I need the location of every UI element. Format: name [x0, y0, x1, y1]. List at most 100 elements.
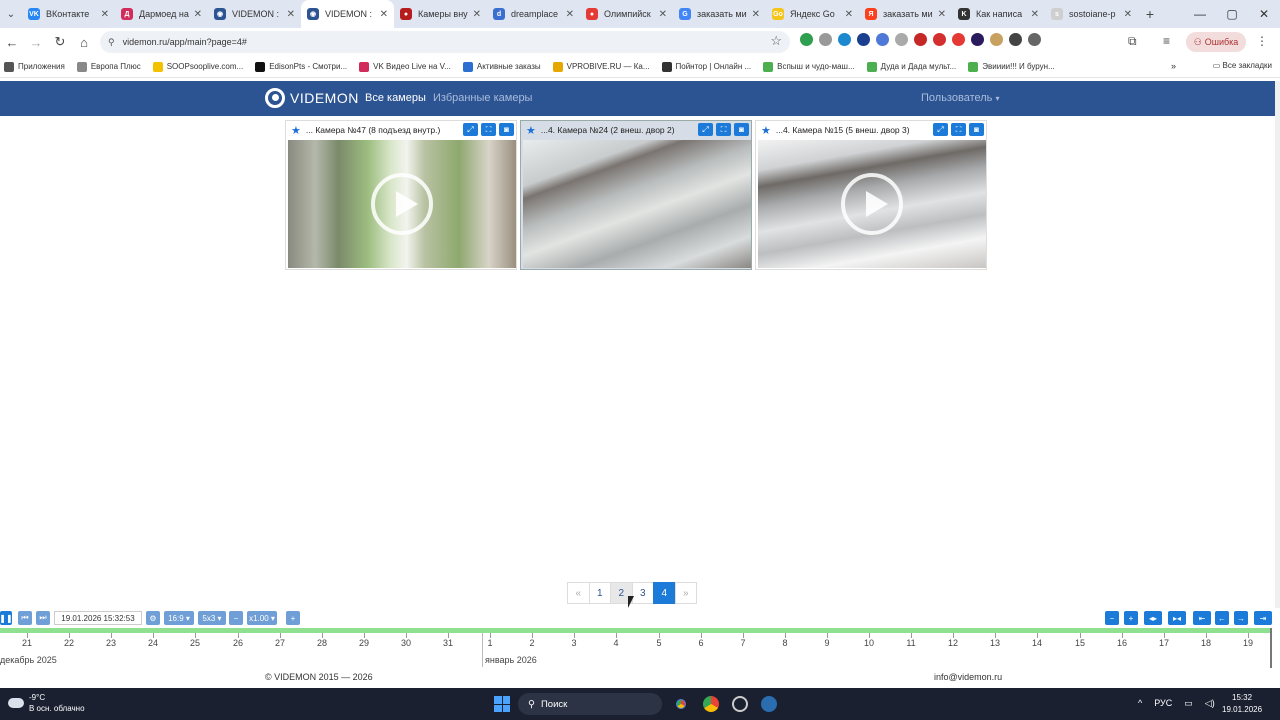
close-tab-icon[interactable]: ✕	[194, 9, 202, 20]
fullscreen-icon[interactable]: ⛶	[481, 123, 496, 136]
timeline[interactable]: декабрь 2025 январь 2026 21 22 23 24 25 26 27 2…	[0, 628, 1270, 670]
expand-range-button[interactable]: ◂▸	[1144, 611, 1162, 625]
close-tab-icon[interactable]: ✕	[473, 9, 481, 20]
weather-widget[interactable]: -9°C В осн. облачно	[8, 692, 85, 714]
page-scrollbar[interactable]	[1275, 81, 1280, 608]
extensions-puzzle-icon[interactable]	[1028, 33, 1041, 46]
bookmark-item[interactable]: Эвииии!!! И бурун...	[968, 61, 1055, 72]
snapshot-camera-icon[interactable]: ◙	[969, 123, 984, 136]
pagination-page[interactable]: 4	[653, 582, 676, 604]
obs-icon[interactable]	[732, 696, 748, 712]
speed-dropdown[interactable]: x1.00 ▾	[247, 611, 277, 625]
extension-icon[interactable]	[971, 33, 984, 46]
play-icon[interactable]	[371, 173, 433, 235]
pagination-page[interactable]: 1	[588, 582, 611, 604]
open-camera-icon[interactable]: ⤢	[933, 123, 948, 136]
extension-icon[interactable]	[952, 33, 965, 46]
bookmark-star-icon[interactable]: ☆	[770, 33, 782, 49]
bookmark-item[interactable]: Европа Плюс	[76, 61, 141, 72]
tab-groups-icon[interactable]: ≡	[1163, 34, 1170, 48]
network-icon[interactable]: ▭	[1184, 698, 1193, 709]
fullscreen-icon[interactable]: ⛶	[951, 123, 966, 136]
bookmark-item[interactable]: VK Видео Live на V...	[359, 61, 451, 72]
nav-favorite-cameras[interactable]: Избранные камеры	[433, 92, 532, 104]
maximize-icon[interactable]: ▢	[1216, 0, 1248, 28]
extension-icon[interactable]	[990, 33, 1003, 46]
bookmark-item[interactable]: Активные заказы	[462, 61, 541, 72]
reading-list-icon[interactable]: ⧉	[1128, 34, 1137, 49]
forward-icon[interactable]: →	[24, 35, 48, 50]
new-tab-button[interactable]: +	[1138, 6, 1162, 22]
browser-tab[interactable]: ◉ VIDEMON : ✕	[301, 0, 394, 28]
speed-decrease-button[interactable]: −	[229, 611, 243, 625]
extension-icon[interactable]	[1009, 33, 1022, 46]
bookmark-item[interactable]: VPROBIVE.RU — Ка...	[552, 61, 650, 72]
grid-dropdown[interactable]: 5x3 ▾	[198, 611, 226, 625]
close-tab-icon[interactable]: ✕	[380, 9, 388, 20]
close-tab-icon[interactable]: ✕	[938, 9, 946, 20]
bookmark-item[interactable]: Дуда и Дада мульт...	[866, 61, 956, 72]
close-tab-icon[interactable]: ✕	[659, 9, 667, 20]
profile-error-button[interactable]: ⚇ Ошибка	[1186, 32, 1246, 52]
zoom-out-button[interactable]: −	[1105, 611, 1119, 625]
close-tab-icon[interactable]: ✕	[752, 9, 760, 20]
go-start-button[interactable]: ⇤	[1193, 611, 1211, 625]
open-camera-icon[interactable]: ⤢	[698, 123, 713, 136]
pause-button[interactable]: ❚❚	[0, 611, 13, 625]
nav-all-cameras[interactable]: Все камеры	[365, 92, 426, 104]
extension-icon[interactable]	[933, 33, 946, 46]
windows-start-icon[interactable]	[494, 696, 510, 712]
browser-tab[interactable]: VK ВКонтакте ✕	[22, 0, 115, 28]
open-camera-icon[interactable]: ⤢	[463, 123, 478, 136]
nav-user-dropdown[interactable]: Пользователь ▾	[921, 92, 999, 104]
play-icon[interactable]	[841, 173, 903, 235]
close-tab-icon[interactable]: ✕	[287, 9, 295, 20]
tray-chevron-icon[interactable]: ^	[1138, 698, 1142, 709]
camera-video-preview[interactable]	[758, 140, 986, 268]
extension-icon[interactable]	[838, 33, 851, 46]
bookmark-item[interactable]: SOOPsooplive.com...	[152, 61, 243, 72]
bookmark-item[interactable]: Приложения	[4, 61, 65, 72]
browser-tab[interactable]: ◉ VIDEMON : ✕	[208, 0, 301, 28]
camera-tile[interactable]: ★ ...4. Камера №15 (5 внеш. двор 3) ⤢ ⛶ ◙	[755, 120, 987, 270]
camera-tile[interactable]: ★ ...4. Камера №24 (2 внеш. двор 2) ⤢ ⛶ ◙	[520, 120, 752, 270]
bookmark-item[interactable]: Пойнтор | Онлайн ...	[661, 61, 751, 72]
close-tab-icon[interactable]: ✕	[845, 9, 853, 20]
steam-icon[interactable]	[761, 696, 777, 712]
settings-gear-button[interactable]: ⚙	[146, 611, 160, 625]
zoom-in-button[interactable]: +	[1124, 611, 1138, 625]
pagination-next[interactable]: »	[674, 582, 697, 604]
browser-tab[interactable]: Go Яндекс Go ✕	[766, 0, 859, 28]
snapshot-camera-icon[interactable]: ◙	[499, 123, 514, 136]
go-end-button[interactable]: ⇥	[1254, 611, 1272, 625]
browser-tab[interactable]: ● Камеры вну ✕	[394, 0, 487, 28]
volume-icon[interactable]: ◁)	[1205, 698, 1215, 709]
contact-email-link[interactable]: info@videmon.ru	[934, 672, 1002, 682]
minimize-icon[interactable]: —	[1184, 0, 1216, 28]
browser-tab[interactable]: Gзаказать ми ✕	[673, 0, 766, 28]
datetime-field[interactable]: 19.01.2026 15:32:53	[54, 611, 142, 625]
extension-icon[interactable]	[857, 33, 870, 46]
chrome-icon[interactable]	[673, 696, 689, 712]
camera-video-preview[interactable]	[523, 140, 751, 268]
bookmark-item[interactable]: EdisonPts - Смотри...	[255, 61, 347, 72]
browser-tab[interactable]: d dreamplace ✕	[487, 0, 580, 28]
pagination-prev[interactable]: «	[567, 582, 590, 604]
chrome-icon[interactable]	[703, 696, 719, 712]
camera-video-preview[interactable]	[288, 140, 516, 268]
taskbar-search[interactable]: ⚲ Поиск	[518, 693, 662, 715]
fullscreen-icon[interactable]: ⛶	[716, 123, 731, 136]
aspect-dropdown[interactable]: 16:9 ▾	[164, 611, 194, 625]
camera-tile[interactable]: ★ ... Камера №47 (8 подъезд внутр.) ⤢ ⛶ ◙	[285, 120, 517, 270]
extension-icon[interactable]	[914, 33, 927, 46]
skip-forward-button[interactable]: ⏭	[36, 611, 50, 625]
back-icon[interactable]: ←	[0, 35, 24, 50]
url-field[interactable]: ⚲ videmon.ru/app/main?page=4# ☆	[100, 31, 790, 53]
browser-tab[interactable]: K Как написа ✕	[952, 0, 1045, 28]
favorite-star-icon[interactable]: ★	[526, 124, 536, 137]
language-indicator[interactable]: РУС	[1154, 698, 1172, 709]
snapshot-camera-icon[interactable]: ◙	[734, 123, 749, 136]
close-tab-icon[interactable]: ✕	[1124, 9, 1132, 20]
step-right-button[interactable]: →	[1234, 611, 1248, 625]
tab-search-chevron-icon[interactable]: ⌄	[0, 0, 22, 28]
